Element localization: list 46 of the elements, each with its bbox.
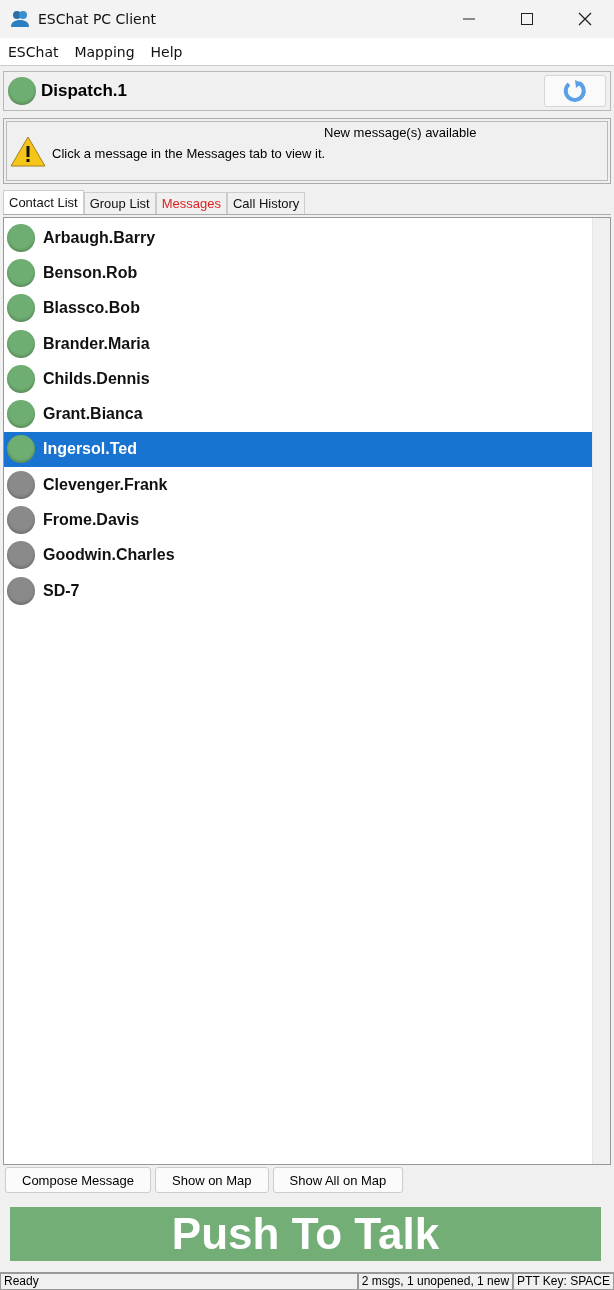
contact-row[interactable]: Childs.Dennis — [4, 361, 592, 397]
maximize-icon — [520, 12, 534, 26]
contact-row[interactable]: Grant.Bianca — [4, 396, 592, 432]
tab[interactable]: Group List — [83, 192, 156, 214]
contact-name: Goodwin.Charles — [43, 546, 175, 565]
contact-row[interactable]: Clevenger.Frank — [4, 467, 592, 503]
contact-row[interactable]: SD-7 — [4, 572, 592, 609]
scrollbar[interactable] — [592, 218, 610, 1164]
contact-name: Ingersol.Ted — [43, 440, 137, 459]
contact-name: Childs.Dennis — [43, 369, 150, 388]
action-button[interactable]: Show on Map — [155, 1167, 269, 1193]
contact-name: Grant.Bianca — [43, 405, 143, 424]
window-title: ESChat PC Client — [38, 11, 158, 27]
menu-item[interactable]: Mapping — [74, 43, 135, 60]
alert-text: Click a message in the Messages tab to view it. — [52, 145, 326, 161]
people-icon — [10, 10, 30, 28]
tab[interactable]: Messages — [155, 192, 227, 214]
contact-name: Arbaugh.Barry — [43, 228, 156, 247]
action-button[interactable]: Compose Message — [5, 1167, 151, 1193]
action-button[interactable]: Show All on Map — [272, 1167, 404, 1193]
refresh-icon — [563, 79, 587, 103]
contact-name: Frome.Davis — [43, 511, 140, 529]
refresh-button[interactable] — [544, 75, 606, 107]
contact-name: Benson.Rob — [43, 263, 138, 282]
contact-row[interactable]: Arbaugh.Barry — [4, 220, 592, 256]
menu-item[interactable]: Help — [150, 43, 183, 60]
close-icon — [578, 12, 592, 26]
status-cell: 2 msgs, 1 unopened, 1 new — [357, 1273, 514, 1290]
status-cell: PTT Key: SPACE — [513, 1273, 614, 1290]
contact-row[interactable]: Blassco.Bob — [4, 290, 592, 326]
contact-row[interactable]: Ingersol.Ted — [4, 431, 592, 468]
status-cell: Ready — [0, 1273, 358, 1290]
contact-name: Clevenger.Frank — [43, 475, 168, 494]
contact-row[interactable]: Goodwin.Charles — [4, 537, 592, 573]
contact-name: Blassco.Bob — [43, 299, 140, 318]
contact-name: SD-7 — [43, 581, 80, 600]
contact-row[interactable]: Benson.Rob — [4, 255, 592, 291]
user-name: Dispatch.1 — [41, 81, 128, 101]
warning-icon — [10, 135, 46, 167]
contact-row[interactable]: Brander.Maria — [4, 325, 592, 362]
menu-item[interactable]: ESChat — [8, 43, 59, 60]
tab[interactable]: Call History — [226, 192, 306, 214]
alert-title: New message(s) available — [324, 125, 477, 140]
tab[interactable]: Contact List — [3, 190, 84, 214]
contact-row[interactable]: Frome.Davis — [4, 502, 592, 538]
contact-name: Brander.Maria — [43, 334, 150, 353]
